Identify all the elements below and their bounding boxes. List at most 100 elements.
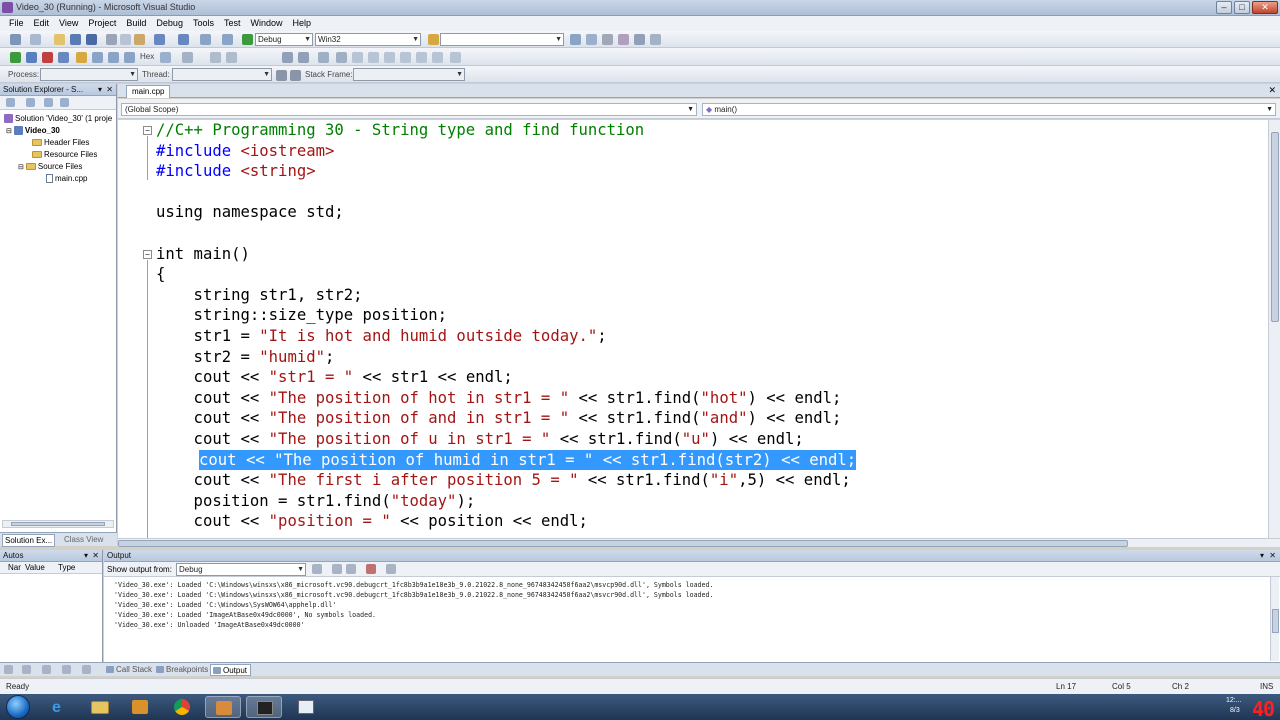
start-debugging-icon[interactable] xyxy=(242,34,253,45)
code-line[interactable]: { xyxy=(156,264,165,285)
code-editor[interactable]: − − //C++ Programming 30 - String type a… xyxy=(118,120,1268,538)
layout-icon-3[interactable] xyxy=(384,52,395,63)
find-in-files-icon[interactable] xyxy=(428,34,439,45)
menu-build[interactable]: Build xyxy=(121,16,151,31)
bookmark-icon[interactable] xyxy=(318,52,329,63)
properties-icon[interactable] xyxy=(6,98,15,107)
toolbox-icon[interactable] xyxy=(618,34,629,45)
tab-breakpoints[interactable]: Breakpoints xyxy=(154,664,211,676)
menu-edit[interactable]: Edit xyxy=(29,16,55,31)
code-line[interactable]: #include <string> xyxy=(156,161,316,182)
menu-file[interactable]: File xyxy=(4,16,29,31)
cut-icon[interactable] xyxy=(106,34,117,45)
code-line[interactable]: str1 = "It is hot and humid outside toda… xyxy=(156,326,607,347)
open-file-icon[interactable] xyxy=(54,34,65,45)
step-over-icon[interactable] xyxy=(108,52,119,63)
layout-icon-2[interactable] xyxy=(368,52,379,63)
layout-icon-6[interactable] xyxy=(432,52,443,63)
menu-help[interactable]: Help xyxy=(288,16,317,31)
panel-close-icon[interactable]: ✕ xyxy=(1269,550,1276,561)
show-all-files-icon[interactable] xyxy=(26,98,35,107)
restart-icon[interactable] xyxy=(58,52,69,63)
taskbar-media-player[interactable] xyxy=(122,696,158,718)
panel-close-icon[interactable]: ✕ xyxy=(92,550,99,561)
close-button[interactable]: ✕ xyxy=(1252,1,1278,14)
breakpoints-icon[interactable] xyxy=(160,52,171,63)
column-value[interactable]: Value xyxy=(25,562,45,573)
outdent-icon[interactable] xyxy=(298,52,309,63)
menu-test[interactable]: Test xyxy=(219,16,246,31)
menu-project[interactable]: Project xyxy=(83,16,121,31)
redo-icon[interactable] xyxy=(178,34,189,45)
menu-tools[interactable]: Tools xyxy=(188,16,219,31)
save-icon[interactable] xyxy=(70,34,81,45)
editor-hscrollbar[interactable] xyxy=(118,538,1280,547)
start-page-icon[interactable] xyxy=(634,34,645,45)
menu-view[interactable]: View xyxy=(54,16,83,31)
step-into-icon[interactable] xyxy=(92,52,103,63)
menu-debug[interactable]: Debug xyxy=(151,16,188,31)
step-out-icon[interactable] xyxy=(124,52,135,63)
tree-project[interactable]: ⊟ Video_30 xyxy=(6,126,60,135)
pin-icon[interactable]: ▾ xyxy=(1260,550,1264,561)
other-windows-icon[interactable] xyxy=(650,34,661,45)
layout-icon-4[interactable] xyxy=(400,52,411,63)
tree-header-files[interactable]: Header Files xyxy=(32,138,89,147)
solution-explorer-icon[interactable] xyxy=(570,34,581,45)
taskbar-visual-studio[interactable] xyxy=(205,696,241,718)
autos-tab-icon[interactable] xyxy=(4,665,13,674)
filter-icon[interactable] xyxy=(276,70,287,81)
column-type[interactable]: Type xyxy=(58,562,75,573)
taskbar-window[interactable] xyxy=(288,696,324,718)
undo-icon[interactable] xyxy=(154,34,165,45)
code-line[interactable]: using namespace std; xyxy=(156,202,344,223)
properties-icon[interactable] xyxy=(586,34,597,45)
configuration-select[interactable]: Debug ▼ xyxy=(255,33,313,46)
view-code-icon[interactable] xyxy=(60,98,69,107)
new-project-icon[interactable] xyxy=(10,34,21,45)
object-browser-icon[interactable] xyxy=(602,34,613,45)
watch-tab-icon[interactable] xyxy=(42,665,51,674)
taskbar-internet-explorer[interactable]: e xyxy=(42,696,78,718)
tab-class-view[interactable]: Class View xyxy=(62,534,105,545)
code-line[interactable]: string str1, str2; xyxy=(156,285,363,306)
output-source-select[interactable]: Debug ▼ xyxy=(176,563,306,576)
taskbar-explorer[interactable] xyxy=(82,696,118,718)
tab-output[interactable]: Output xyxy=(210,664,252,676)
platform-select[interactable]: Win32 ▼ xyxy=(315,33,421,46)
layout-icon-7[interactable] xyxy=(450,52,461,63)
code-line[interactable]: //C++ Programming 30 - String type and f… xyxy=(156,120,644,141)
scope-select[interactable]: (Global Scope) ▼ xyxy=(121,103,697,116)
code-line[interactable]: str2 = "humid"; xyxy=(156,347,335,368)
code-line[interactable]: #include <iostream> xyxy=(156,141,334,162)
collapse-comment-toggle[interactable]: − xyxy=(143,126,152,135)
navigate-forward-icon[interactable] xyxy=(222,34,233,45)
hex-toggle[interactable]: Hex xyxy=(140,52,154,61)
panel-close-icon[interactable]: ✕ xyxy=(106,84,113,95)
code-line[interactable]: int main() xyxy=(156,244,250,265)
code-line[interactable]: string::size_type position; xyxy=(156,305,448,326)
code-line[interactable]: position = str1.find("today"); xyxy=(156,491,476,512)
process-select[interactable]: ▼ xyxy=(40,68,138,81)
continue-icon[interactable] xyxy=(10,52,21,63)
code-line[interactable]: cout << "The position of humid in str1 =… xyxy=(199,449,857,471)
flag-threads-icon[interactable] xyxy=(290,70,301,81)
debug-windows-icon[interactable] xyxy=(182,52,193,63)
layout-icon-5[interactable] xyxy=(416,52,427,63)
tab-solution-explorer[interactable]: Solution Ex... xyxy=(2,534,56,547)
solution-hscrollbar[interactable] xyxy=(2,520,114,528)
tree-resource-files[interactable]: Resource Files xyxy=(32,150,97,159)
pin-icon[interactable]: ▾ xyxy=(84,550,88,561)
function-select[interactable]: ◆ main() ▼ xyxy=(702,103,1276,116)
uncomment-icon[interactable] xyxy=(226,52,237,63)
collapse-main-toggle[interactable]: − xyxy=(143,250,152,259)
stack-frame-select[interactable]: ▼ xyxy=(353,68,465,81)
navigate-back-icon[interactable] xyxy=(200,34,211,45)
next-message-icon[interactable] xyxy=(346,564,356,574)
start-button[interactable] xyxy=(6,695,30,719)
prev-message-icon[interactable] xyxy=(332,564,342,574)
clear-all-icon[interactable] xyxy=(366,564,376,574)
tab-main-cpp[interactable]: main.cpp xyxy=(126,85,171,98)
code-line[interactable]: cout << "The position of u in str1 = " <… xyxy=(156,429,804,450)
tree-solution[interactable]: Solution 'Video_30' (1 proje xyxy=(4,114,112,123)
